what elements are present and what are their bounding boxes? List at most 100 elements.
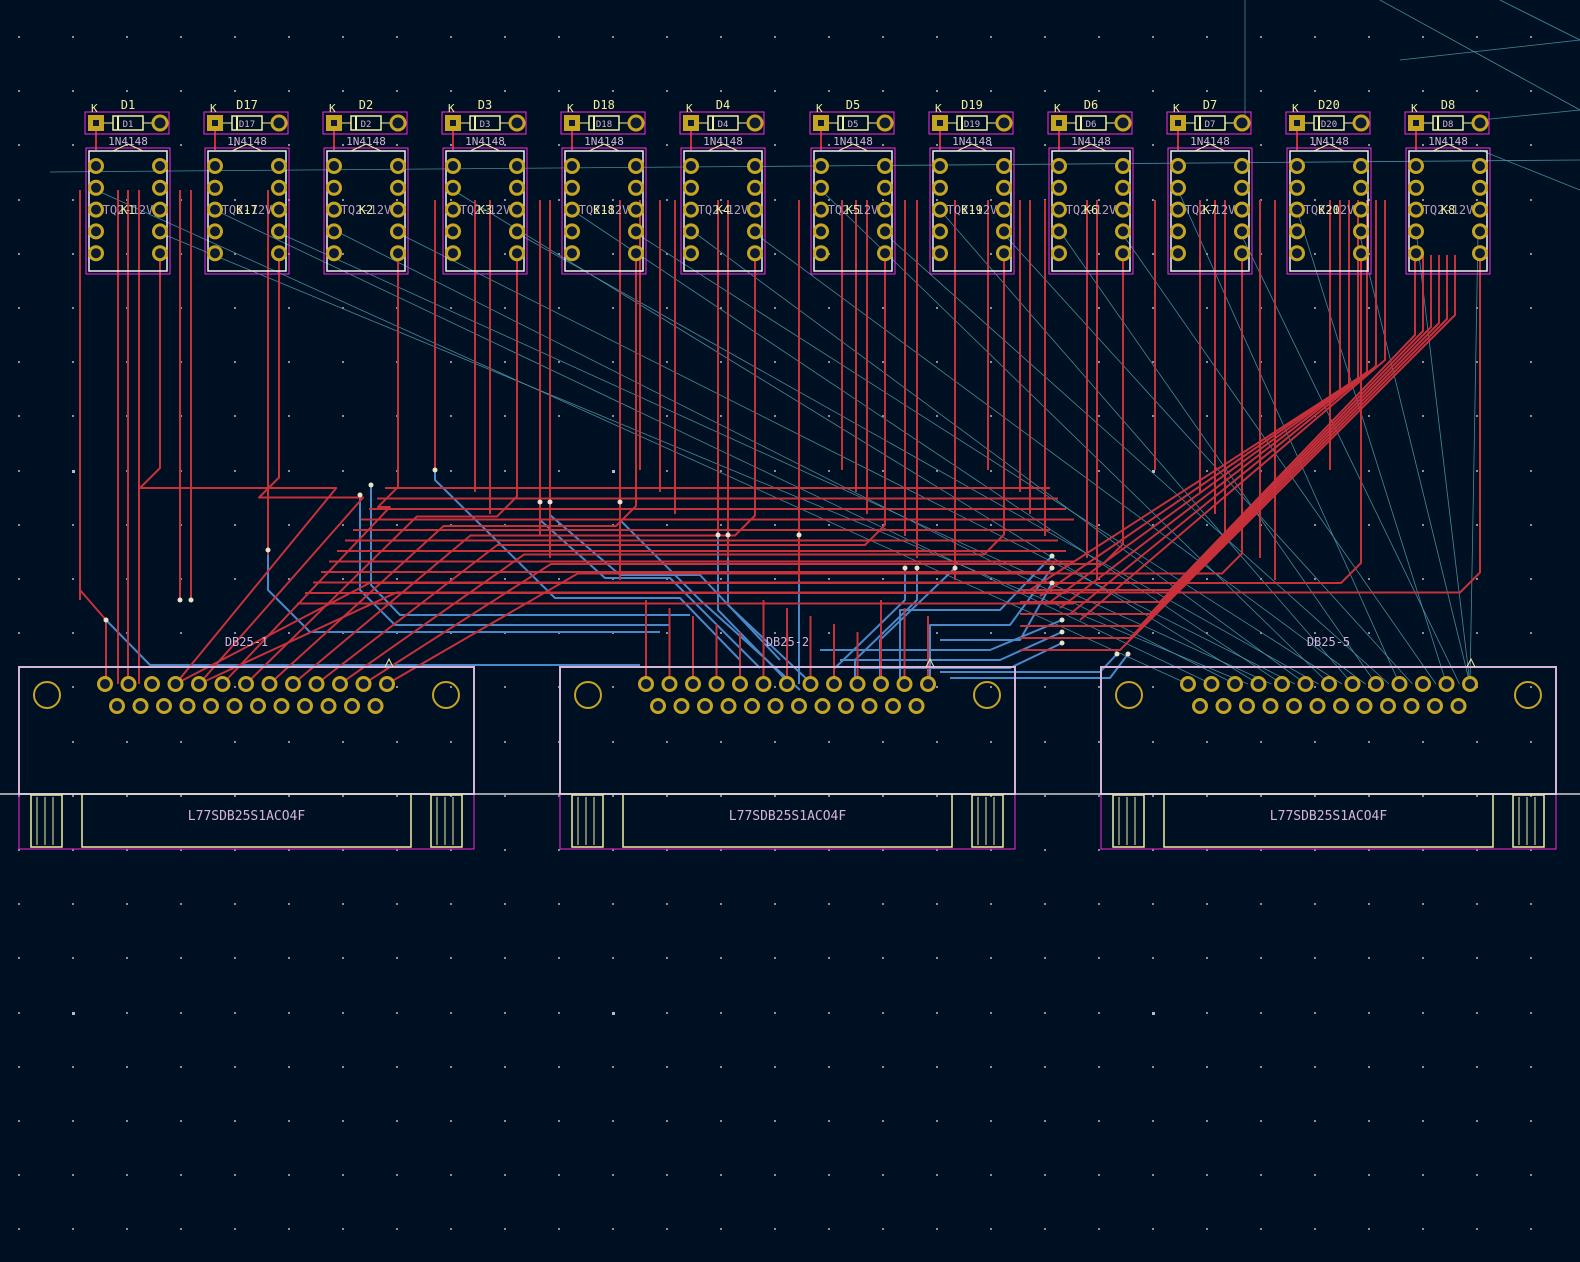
connector-pad[interactable] — [250, 698, 266, 714]
relay-pad[interactable] — [747, 201, 763, 218]
relay-pad[interactable] — [207, 158, 223, 174]
relay-pad[interactable] — [1408, 158, 1424, 174]
relay-module[interactable]: K D5D51N4148TQ2-12VK5 — [809, 98, 896, 275]
relay-pad[interactable] — [152, 223, 168, 240]
relay-pad[interactable] — [152, 245, 168, 262]
relay-pad[interactable] — [683, 201, 699, 218]
relay-pad[interactable] — [747, 245, 763, 262]
relay-pad[interactable] — [877, 245, 893, 262]
pcb-canvas[interactable]: L77SDB25S1ACO4F DB25-1 L77SDB25S1ACO4F DB25… — [0, 0, 1580, 1258]
relay-module[interactable]: K D20D201N4148TQ2-12VK20 — [1285, 98, 1372, 275]
connector-pad[interactable] — [367, 698, 384, 714]
connector-pad[interactable] — [908, 698, 925, 714]
relay-pad[interactable] — [1408, 201, 1424, 218]
relay-pad[interactable] — [271, 158, 287, 174]
relay-pad[interactable] — [271, 179, 287, 196]
via[interactable] — [617, 499, 623, 505]
connector-pad[interactable] — [179, 698, 196, 714]
via[interactable] — [1059, 617, 1065, 623]
connector-pad[interactable] — [767, 698, 784, 714]
connector-pad[interactable] — [697, 698, 713, 714]
diode-pad-a[interactable] — [270, 114, 288, 132]
connector-pad[interactable] — [1192, 698, 1208, 714]
relay-pad[interactable] — [1051, 223, 1067, 240]
relay-pad[interactable] — [1472, 223, 1488, 240]
relay-pad[interactable] — [1472, 158, 1488, 174]
relay-pad[interactable] — [996, 245, 1012, 262]
relay-pad[interactable] — [152, 158, 168, 174]
relay-pad[interactable] — [326, 179, 342, 196]
db25-connector[interactable]: L77SDB25S1ACO4F DB25-1 — [18, 635, 475, 850]
relay-pad[interactable] — [1289, 158, 1305, 174]
diode-pad-a[interactable] — [1352, 114, 1370, 132]
relay-pad[interactable] — [1234, 223, 1250, 240]
connector-pad[interactable] — [814, 698, 831, 714]
relay-pad[interactable] — [683, 179, 699, 196]
relay-pad[interactable] — [628, 179, 644, 196]
relay-pad[interactable] — [1115, 223, 1131, 240]
relay-pad[interactable] — [877, 158, 893, 174]
connector-pad[interactable] — [1380, 698, 1396, 714]
relay-pad[interactable] — [326, 201, 342, 218]
diode-pad-a[interactable] — [876, 114, 894, 132]
relay-module[interactable]: K D7D71N4148TQ2-12VK7 — [1166, 98, 1253, 275]
via[interactable] — [914, 565, 920, 571]
connector-pad[interactable] — [1333, 698, 1349, 714]
connector-pad[interactable] — [1321, 676, 1337, 692]
connector-pad[interactable] — [1309, 698, 1326, 714]
via[interactable] — [1049, 565, 1055, 571]
connector-pad[interactable] — [1462, 676, 1478, 692]
via[interactable] — [952, 565, 958, 571]
relay-pad[interactable] — [1051, 179, 1067, 196]
connector-pad[interactable] — [708, 676, 725, 692]
via[interactable] — [357, 492, 363, 498]
connector-pad[interactable] — [1344, 676, 1361, 692]
relay-pad[interactable] — [88, 201, 104, 218]
connector-pad[interactable] — [332, 676, 348, 692]
relay-pad[interactable] — [207, 179, 223, 196]
relay-pad[interactable] — [1289, 179, 1305, 196]
connector-pad[interactable] — [261, 676, 278, 692]
relay-pad[interactable] — [152, 201, 168, 218]
connector-pad[interactable] — [1356, 698, 1373, 714]
via[interactable] — [265, 547, 271, 553]
relay-pad[interactable] — [564, 245, 580, 262]
pcb-board-view[interactable]: L77SDB25S1ACO4F DB25-1 L77SDB25S1ACO4F DB25… — [0, 0, 1580, 1258]
via[interactable] — [547, 499, 553, 505]
diode-pad-a[interactable] — [389, 114, 407, 132]
front-track[interactable] — [292, 255, 756, 685]
diode-pad-a[interactable] — [746, 114, 764, 132]
relay-pad[interactable] — [747, 179, 763, 196]
connector-pad[interactable] — [297, 698, 313, 714]
relay-pad[interactable] — [932, 179, 948, 196]
via[interactable] — [1059, 640, 1065, 646]
connector-pad[interactable] — [1250, 676, 1267, 692]
relay-pad[interactable] — [932, 223, 948, 240]
relay-pad[interactable] — [88, 179, 104, 196]
relay-pad[interactable] — [1353, 245, 1369, 262]
relay-pad[interactable] — [1051, 245, 1067, 262]
via[interactable] — [725, 532, 731, 538]
connector-pad[interactable] — [861, 698, 878, 714]
relay-module[interactable]: K D2D21N4148TQ2-12VK2 — [322, 98, 409, 275]
relay-pad[interactable] — [271, 245, 287, 262]
connector-pad[interactable] — [1286, 698, 1302, 714]
front-track[interactable] — [79, 190, 107, 684]
relay-pad[interactable] — [509, 201, 525, 218]
relay-pad[interactable] — [1115, 158, 1131, 174]
relay-pad[interactable] — [1472, 245, 1488, 262]
connector-pad[interactable] — [779, 676, 795, 692]
relay-pad[interactable] — [1353, 201, 1369, 218]
connector-pad[interactable] — [97, 676, 113, 692]
relay-module[interactable]: K D18D181N4148TQ2-12VK18 — [560, 98, 647, 275]
diode-pad-a[interactable] — [1471, 114, 1489, 132]
connector-pad[interactable] — [191, 676, 207, 692]
relay-pad[interactable] — [207, 223, 223, 240]
via[interactable] — [1125, 651, 1131, 657]
connector-pad[interactable] — [156, 698, 172, 714]
connector-pad[interactable] — [132, 698, 149, 714]
relay-pad[interactable] — [932, 245, 948, 262]
connector-pad[interactable] — [1427, 698, 1443, 714]
relay-pad[interactable] — [1353, 223, 1369, 240]
connector-pad[interactable] — [849, 676, 866, 692]
